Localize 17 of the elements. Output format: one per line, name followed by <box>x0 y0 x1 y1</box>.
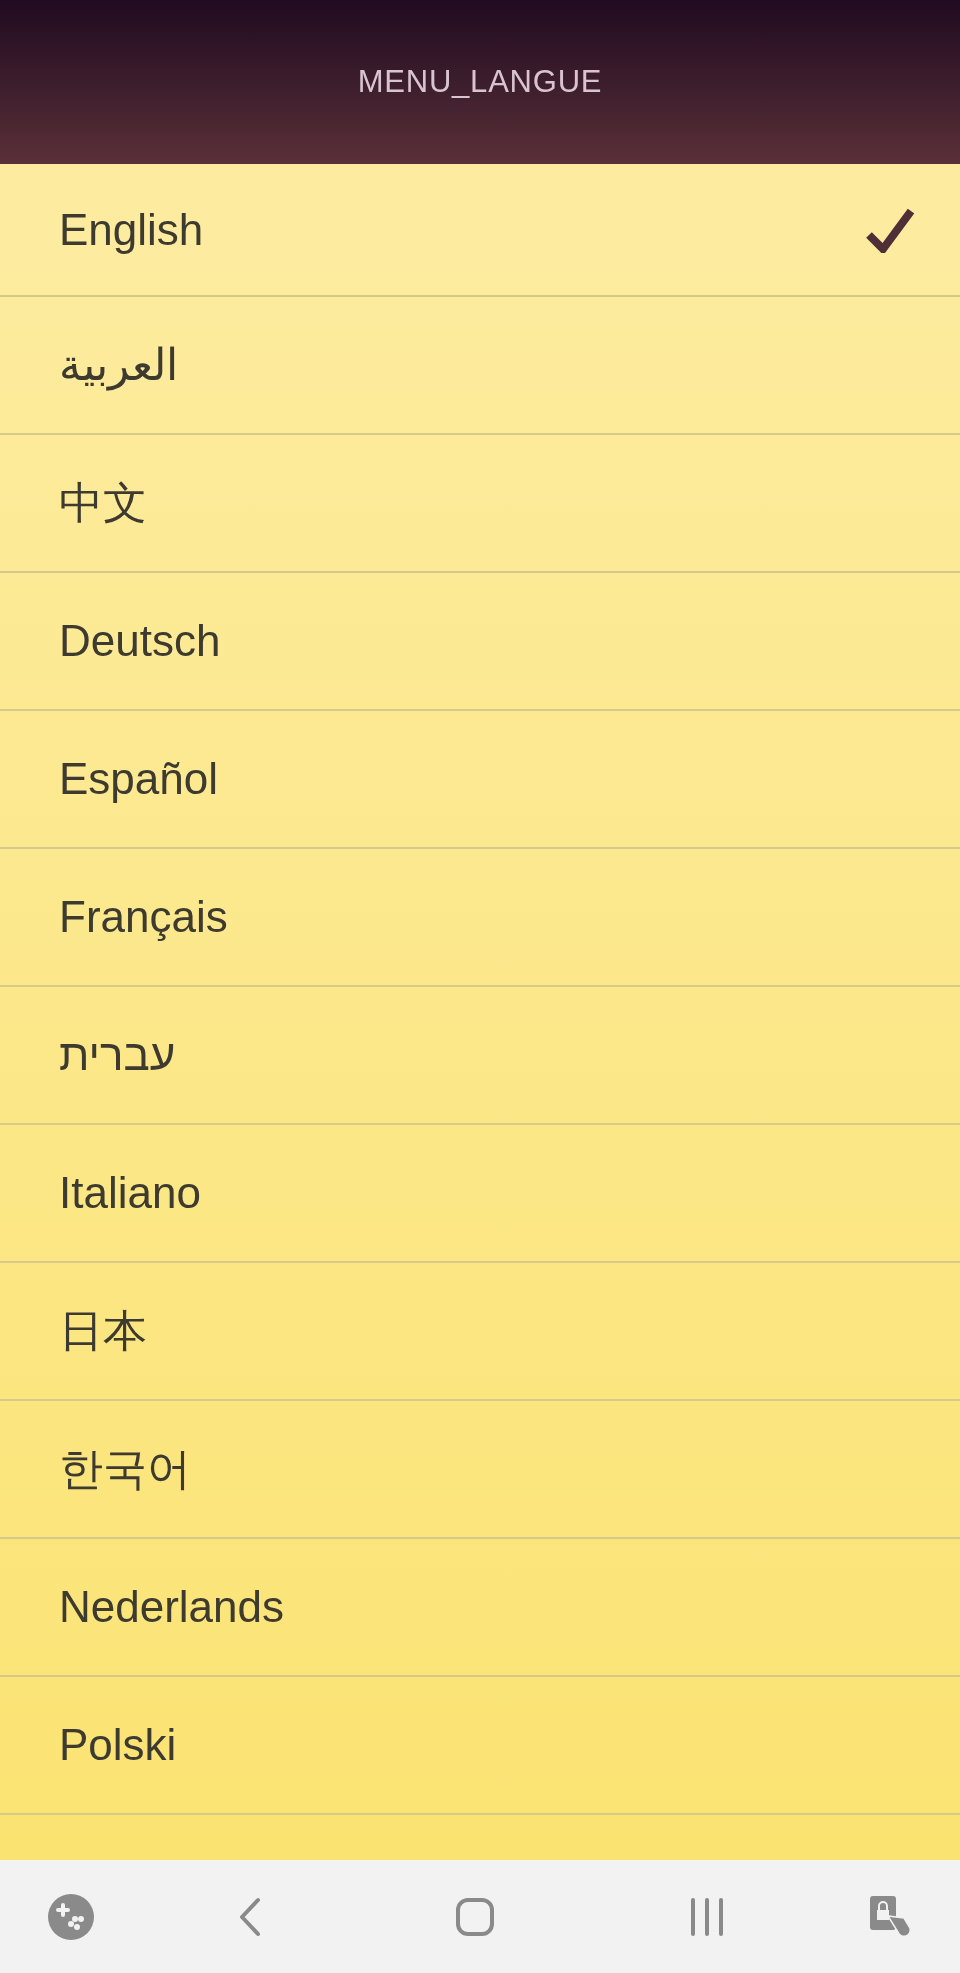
gamepad-icon[interactable] <box>48 1893 94 1940</box>
language-item[interactable]: Polski <box>0 1677 960 1815</box>
language-item[interactable]: עברית <box>0 987 960 1125</box>
recent-apps-icon[interactable] <box>688 1896 725 1937</box>
home-icon[interactable] <box>455 1896 495 1937</box>
header-title: MENU_LANGUE <box>357 62 603 101</box>
language-item[interactable]: 中文 <box>0 435 960 573</box>
language-item[interactable]: 한국어 <box>0 1401 960 1539</box>
language-item[interactable]: Nederlands <box>0 1539 960 1677</box>
back-icon[interactable] <box>237 1896 262 1937</box>
language-item[interactable]: Español <box>0 711 960 849</box>
language-item[interactable]: Italiano <box>0 1125 960 1263</box>
language-item[interactable]: العربية <box>0 297 960 435</box>
language-item[interactable]: 日本 <box>0 1263 960 1401</box>
language-item[interactable]: Français <box>0 849 960 987</box>
checkmark-icon <box>866 206 914 253</box>
language-item[interactable]: Deutsch <box>0 573 960 711</box>
